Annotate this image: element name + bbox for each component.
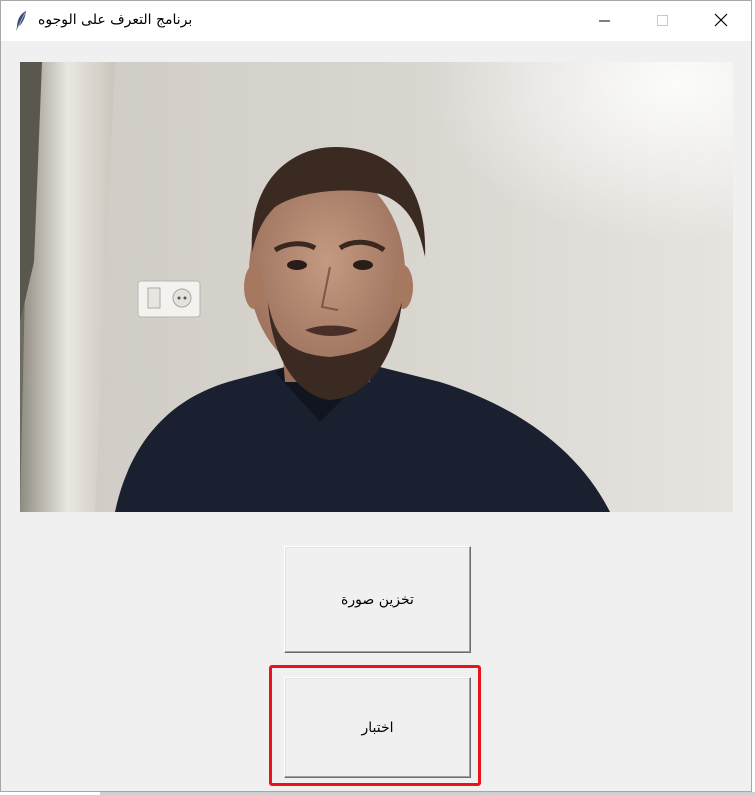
test-label: اختبار xyxy=(361,719,394,736)
feather-icon xyxy=(13,10,29,32)
maximize-icon xyxy=(657,12,669,31)
close-icon xyxy=(714,12,728,31)
webcam-feed-image xyxy=(20,62,733,512)
app-window: برنامج التعرف على الوجوه تخزين صورة اختب… xyxy=(0,0,752,792)
camera-view xyxy=(20,62,733,512)
title-bar[interactable]: برنامج التعرف على الوجوه xyxy=(1,1,751,41)
window-title: برنامج التعرف على الوجوه xyxy=(38,12,193,28)
test-button[interactable]: اختبار xyxy=(284,677,471,778)
minimize-button[interactable] xyxy=(576,1,634,41)
maximize-button[interactable] xyxy=(634,1,692,41)
save-image-button[interactable]: تخزين صورة xyxy=(284,546,471,653)
minimize-icon xyxy=(599,12,611,31)
close-button[interactable] xyxy=(692,1,750,41)
save-image-label: تخزين صورة xyxy=(341,591,414,608)
